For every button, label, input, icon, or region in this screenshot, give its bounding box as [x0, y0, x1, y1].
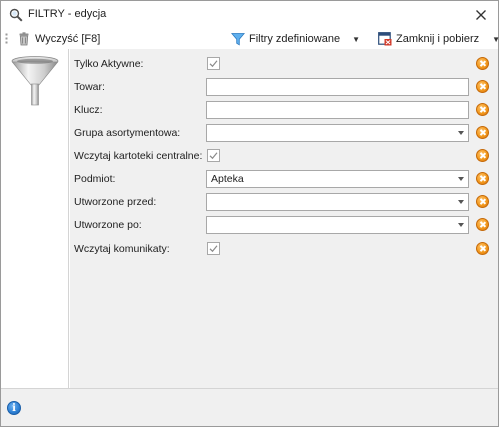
entity-select[interactable]: Apteka [206, 170, 469, 188]
product-input[interactable] [206, 78, 469, 96]
clear-field-icon[interactable] [476, 195, 489, 208]
filter-row-entity: Podmiot: Apteka [70, 168, 498, 190]
filter-row-created-before: Utworzone przed: [70, 191, 498, 213]
toolbar-grip-icon[interactable] [5, 33, 8, 45]
filter-row-only-active: Tylko Aktywne: [70, 53, 498, 75]
funnel-icon [231, 33, 245, 46]
load-central-records-checkbox[interactable] [207, 149, 220, 162]
window-close-fetch-icon [378, 32, 392, 46]
created-before-label: Utworzone przed: [74, 196, 157, 208]
trash-can-icon [19, 32, 29, 46]
chevron-down-icon [458, 223, 464, 227]
chevron-down-icon [458, 177, 464, 181]
side-panel [1, 49, 69, 388]
load-messages-checkbox[interactable] [207, 242, 220, 255]
predefined-filters-dropdown[interactable]: Filtry zdefiniowane ▼ [231, 30, 360, 48]
filter-row-load-messages: Wczytaj komunikaty: [70, 238, 498, 260]
key-label: Klucz: [74, 104, 103, 116]
key-input[interactable] [206, 101, 469, 119]
clear-field-icon[interactable] [476, 218, 489, 231]
created-before-select[interactable] [206, 193, 469, 211]
only-active-checkbox[interactable] [207, 57, 220, 70]
filter-row-assortment-group: Grupa asortymentowa: [70, 122, 498, 144]
clear-button-label: Wyczyść [F8] [35, 33, 101, 45]
close-and-fetch-button[interactable]: Zamknij i pobierz ▼ [378, 30, 499, 48]
info-icon[interactable]: i [7, 401, 21, 415]
funnel-icon [11, 56, 59, 106]
entity-label: Podmiot: [74, 173, 116, 185]
close-button[interactable] [472, 6, 490, 24]
filter-form: Tylko Aktywne: Towar: Klucz: Grupa asort… [70, 49, 498, 388]
filter-row-created-after: Utworzone po: [70, 214, 498, 236]
clear-field-icon[interactable] [476, 103, 489, 116]
chevron-down-icon [458, 131, 464, 135]
checkmark-icon [209, 60, 218, 68]
only-active-label: Tylko Aktywne: [74, 58, 144, 70]
clear-field-icon[interactable] [476, 57, 489, 70]
created-after-label: Utworzone po: [74, 219, 142, 231]
filters-edit-window: FILTRY - edycja Wyczyść [F8] Filtry zdef… [0, 0, 499, 427]
assortment-group-select[interactable] [206, 124, 469, 142]
product-label: Towar: [74, 81, 105, 93]
checkmark-icon [209, 245, 218, 253]
clear-field-icon[interactable] [476, 149, 489, 162]
checkmark-icon [209, 152, 218, 160]
clear-button[interactable]: Wyczyść [F8] [18, 30, 100, 48]
entity-value: Apteka [211, 173, 244, 185]
assortment-group-label: Grupa asortymentowa: [74, 127, 181, 139]
filter-row-load-central-records: Wczytaj kartoteki centralne: [70, 145, 498, 167]
toolbar: Wyczyść [F8] Filtry zdefiniowane ▼ Zamkn… [1, 29, 499, 49]
load-central-records-label: Wczytaj kartoteki centralne: [74, 150, 203, 162]
status-bar: i [1, 388, 498, 426]
clear-field-icon[interactable] [476, 80, 489, 93]
chevron-down-icon [458, 200, 464, 204]
predefined-filters-label: Filtry zdefiniowane [249, 33, 341, 45]
search-magnifier-icon [9, 8, 23, 22]
close-icon [476, 10, 486, 20]
load-messages-label: Wczytaj komunikaty: [74, 243, 170, 255]
clear-field-icon[interactable] [476, 126, 489, 139]
title-bar[interactable]: FILTRY - edycja [1, 1, 498, 29]
filter-row-key: Klucz: [70, 99, 498, 121]
close-and-fetch-label: Zamknij i pobierz [396, 33, 480, 45]
filter-row-product: Towar: [70, 76, 498, 98]
clear-field-icon[interactable] [476, 172, 489, 185]
window-title: FILTRY - edycja [28, 8, 107, 20]
dialog-body: Tylko Aktywne: Towar: Klucz: Grupa asort… [1, 49, 498, 388]
chevron-down-icon: ▼ [352, 34, 361, 44]
chevron-down-icon[interactable]: ▼ [492, 35, 499, 44]
created-after-select[interactable] [206, 216, 469, 234]
clear-field-icon[interactable] [476, 242, 489, 255]
